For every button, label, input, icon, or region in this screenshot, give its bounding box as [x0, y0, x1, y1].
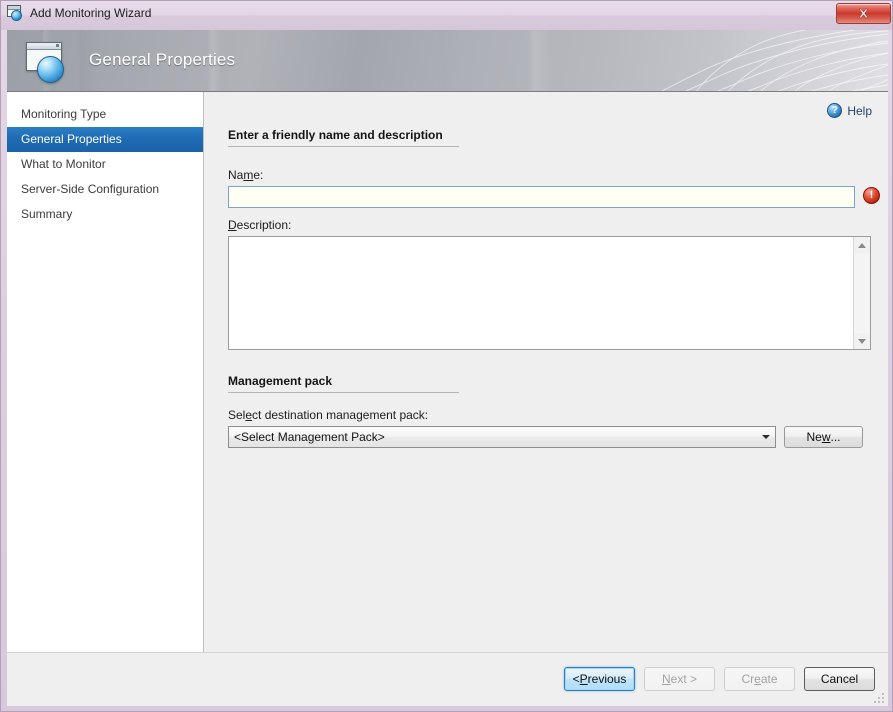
description-scrollbar[interactable]: [853, 237, 870, 349]
section-heading-friendly-name: Enter a friendly name and description: [228, 128, 459, 147]
name-accelerator-char: m: [243, 168, 253, 182]
description-accelerator-char: D: [228, 218, 237, 232]
sidebar-item-label: What to Monitor: [21, 157, 106, 171]
scroll-up-arrow-icon[interactable]: [854, 237, 870, 253]
title-bar: Add Monitoring Wizard: [1, 1, 893, 30]
wizard-page-globe-icon: [7, 5, 24, 21]
management-pack-label: Select destination management pack:: [228, 408, 428, 422]
management-pack-selected-value: <Select Management Pack>: [229, 430, 757, 444]
wizard-step-navigation: Monitoring Type General Properties What …: [7, 92, 204, 652]
create-accelerator-char: e: [754, 672, 761, 686]
close-button[interactable]: [836, 3, 891, 24]
sidebar-item-summary[interactable]: Summary: [7, 202, 203, 227]
name-error-icon: !: [863, 187, 880, 204]
sidebar-item-label: Server-Side Configuration: [21, 182, 159, 196]
help-label: Help: [847, 104, 872, 118]
sidebar-item-label: General Properties: [21, 132, 122, 146]
cancel-button[interactable]: Cancel: [804, 667, 875, 691]
wizard-footer: < Previous Next > Create Cancel: [7, 652, 888, 706]
scroll-down-arrow-icon[interactable]: [854, 333, 870, 349]
new-accelerator-char: w: [822, 430, 831, 444]
name-field-label: Name:: [228, 168, 263, 182]
banner-mesh-decoration: [588, 30, 888, 92]
description-field-container: [228, 236, 871, 350]
sidebar-item-general-properties[interactable]: General Properties: [7, 127, 203, 152]
sidebar-item-label: Summary: [21, 207, 72, 221]
next-accelerator-char: N: [662, 672, 671, 686]
close-icon: [857, 8, 870, 19]
help-link[interactable]: ? Help: [827, 103, 872, 118]
section-heading-management-pack: Management pack: [228, 374, 459, 393]
title-bar-content: Add Monitoring Wizard: [7, 5, 151, 21]
error-glyph: !: [864, 188, 879, 203]
create-button: Create: [724, 667, 795, 691]
wizard-page-globe-icon: [20, 40, 72, 84]
description-textarea[interactable]: [229, 237, 853, 349]
page-title: General Properties: [89, 50, 235, 70]
new-management-pack-button[interactable]: New...: [784, 426, 863, 448]
wizard-banner: General Properties: [7, 30, 888, 92]
description-field-label: Description:: [228, 218, 291, 232]
footer-button-group: < Previous Next > Create Cancel: [564, 667, 875, 691]
management-pack-combobox[interactable]: <Select Management Pack>: [228, 426, 776, 448]
name-input[interactable]: [228, 186, 855, 208]
wizard-window: Add Monitoring Wizard: [0, 0, 893, 712]
window-title: Add Monitoring Wizard: [30, 5, 151, 21]
sidebar-item-monitoring-type[interactable]: Monitoring Type: [7, 102, 203, 127]
sidebar-item-server-side-configuration[interactable]: Server-Side Configuration: [7, 177, 203, 202]
previous-button[interactable]: < Previous: [564, 667, 635, 691]
resize-grip-icon[interactable]: [873, 692, 885, 704]
chevron-down-icon[interactable]: [757, 435, 775, 439]
content-frame: Monitoring Type General Properties What …: [7, 92, 888, 652]
wizard-page-panel: ? Help Enter a friendly name and descrip…: [204, 92, 888, 652]
previous-accelerator-char: P: [580, 672, 588, 686]
sidebar-item-label: Monitoring Type: [21, 107, 106, 121]
help-question-icon: ?: [827, 103, 842, 118]
sidebar-item-what-to-monitor[interactable]: What to Monitor: [7, 152, 203, 177]
next-button: Next >: [644, 667, 715, 691]
